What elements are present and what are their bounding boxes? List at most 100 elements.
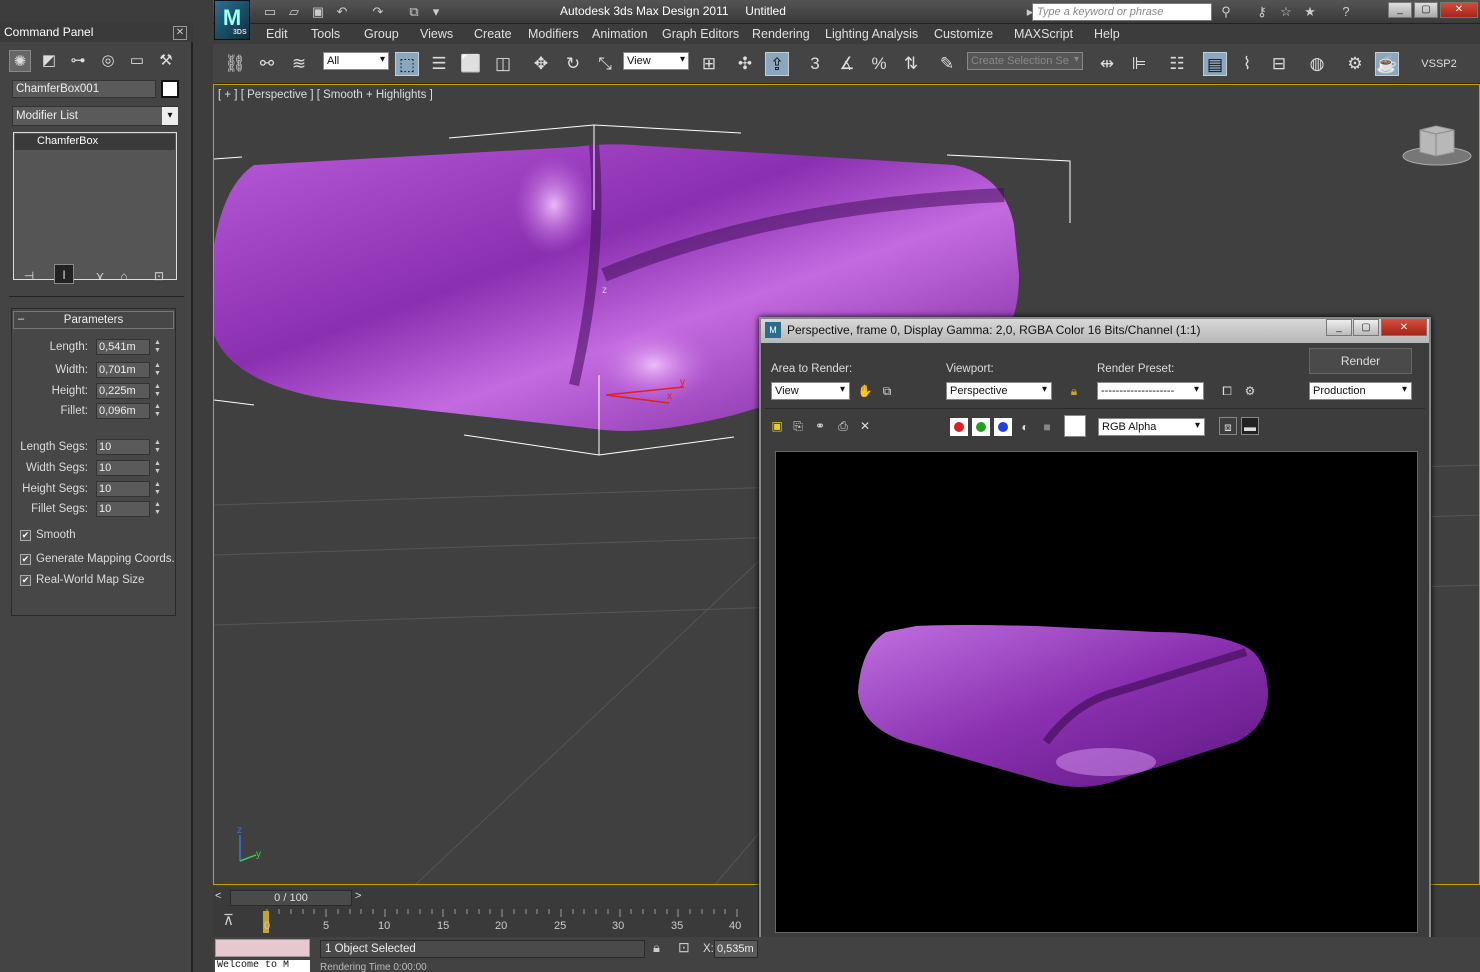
- mini-curve-editor-icon[interactable]: ⊼: [223, 911, 234, 929]
- curve-editor-icon[interactable]: ⌇: [1235, 52, 1259, 76]
- fillet-input[interactable]: 0,096m: [96, 403, 150, 419]
- height-spinner-icon[interactable]: ▲ ▼: [152, 383, 163, 399]
- configure-modifier-sets-icon[interactable]: ⊡: [149, 266, 169, 286]
- length-segs-spinner-icon[interactable]: ▲ ▼: [152, 439, 163, 455]
- red-channel-toggle[interactable]: [950, 418, 968, 436]
- mirror-icon[interactable]: ⇹: [1095, 52, 1119, 76]
- quick-access-dropdown-icon[interactable]: ▾: [426, 3, 446, 20]
- width-segs-spinner-icon[interactable]: ▲ ▼: [152, 460, 163, 476]
- clone-window-icon[interactable]: ⚭: [811, 417, 829, 435]
- area-to-render-select[interactable]: View: [771, 382, 850, 400]
- render-window-minimize-button[interactable]: _: [1326, 319, 1352, 336]
- percent-snap-icon[interactable]: %: [867, 52, 891, 76]
- menu-tools[interactable]: Tools: [311, 27, 340, 41]
- subscription-star-icon[interactable]: ★: [1300, 3, 1320, 20]
- favorites-star-icon[interactable]: ☆: [1276, 3, 1296, 20]
- project-folder-icon[interactable]: ⧉: [404, 3, 424, 20]
- select-by-name-icon[interactable]: ☰: [427, 52, 451, 76]
- render-setup-small-icon[interactable]: ⧠: [1218, 382, 1236, 400]
- menu-group[interactable]: Group: [364, 27, 399, 41]
- link-icon[interactable]: ⛓: [223, 52, 247, 76]
- named-selection-input[interactable]: Create Selection Se: [967, 52, 1083, 70]
- maxscript-mini-listener[interactable]: [215, 939, 310, 957]
- selection-lock-icon[interactable]: 🔒︎: [653, 940, 660, 956]
- lock-viewport-icon[interactable]: 🔒︎: [1065, 382, 1083, 400]
- fillet-spinner-icon[interactable]: ▲ ▼: [152, 403, 163, 419]
- render-window-maximize-button[interactable]: ▢: [1353, 319, 1379, 336]
- menu-graph-editors[interactable]: Graph Editors: [662, 27, 739, 41]
- length-input[interactable]: 0,541m: [96, 339, 150, 355]
- rollout-collapse-icon[interactable]: –: [18, 313, 24, 325]
- render-preset-select[interactable]: --------------------: [1097, 382, 1204, 400]
- close-button[interactable]: ✕: [1440, 2, 1478, 18]
- open-file-icon[interactable]: ▱: [284, 3, 304, 20]
- show-end-result-icon[interactable]: I: [54, 264, 74, 284]
- select-manipulate-icon[interactable]: ✣: [733, 52, 757, 76]
- minimize-button[interactable]: _: [1388, 2, 1412, 18]
- selection-filter-select[interactable]: All: [323, 52, 389, 70]
- material-editor-icon[interactable]: ◍: [1305, 52, 1329, 76]
- viewcube-icon[interactable]: [1402, 122, 1472, 168]
- stack-item-chamferbox[interactable]: ChamferBox: [15, 134, 175, 150]
- reference-coordinate-select[interactable]: View: [623, 52, 689, 70]
- undo-icon[interactable]: ↶: [332, 3, 352, 20]
- object-name-input[interactable]: ChamferBox001: [12, 80, 156, 98]
- snaps-toggle-icon[interactable]: 3: [803, 52, 827, 76]
- time-slider-prev-icon[interactable]: <: [215, 890, 227, 906]
- utilities-tab-icon[interactable]: ⚒: [155, 50, 177, 72]
- blue-channel-toggle[interactable]: [994, 418, 1012, 436]
- binoculars-icon[interactable]: ⚲: [1216, 3, 1236, 20]
- align-icon[interactable]: ⊫: [1127, 52, 1151, 76]
- absolute-mode-icon[interactable]: ⊡: [678, 939, 690, 956]
- key-icon[interactable]: ⚷: [1252, 3, 1272, 20]
- pivot-center-icon[interactable]: ⊞: [697, 52, 721, 76]
- unlink-icon[interactable]: ⚯: [255, 52, 279, 76]
- menu-create[interactable]: Create: [474, 27, 512, 41]
- remove-modifier-icon[interactable]: ⌂: [114, 266, 134, 286]
- real-world-map-checkbox[interactable]: ✔: [20, 575, 31, 586]
- maxscript-listener-output[interactable]: Welcome to M: [215, 960, 310, 972]
- select-object-icon[interactable]: ⬚: [395, 52, 419, 76]
- viewport-select[interactable]: Perspective: [946, 382, 1052, 400]
- new-file-icon[interactable]: ▭: [260, 3, 280, 20]
- monochrome-icon[interactable]: ■: [1038, 418, 1056, 436]
- auto-region-icon[interactable]: ⧉: [878, 382, 896, 400]
- make-unique-icon[interactable]: ⋎: [90, 266, 110, 286]
- coord-x-input[interactable]: 0,535m: [714, 940, 758, 958]
- bind-spacewarp-icon[interactable]: ≋: [287, 52, 311, 76]
- create-tab-icon[interactable]: ✺: [9, 50, 31, 72]
- viewport-label[interactable]: [ + ] [ Perspective ] [ Smooth + Highlig…: [218, 89, 433, 101]
- environment-effects-icon[interactable]: ⚙: [1241, 382, 1259, 400]
- height-segs-spinner-icon[interactable]: ▲ ▼: [152, 481, 163, 497]
- fillet-segs-spinner-icon[interactable]: ▲ ▼: [152, 501, 163, 517]
- modifier-stack[interactable]: [13, 132, 177, 280]
- redo-icon[interactable]: ↷: [368, 3, 388, 20]
- scale-icon[interactable]: ⤡: [593, 52, 617, 76]
- menu-views[interactable]: Views: [420, 27, 453, 41]
- menu-maxscript[interactable]: MAXScript: [1014, 27, 1073, 41]
- green-channel-toggle[interactable]: [972, 418, 990, 436]
- clear-image-icon[interactable]: ✕: [856, 417, 874, 435]
- menu-edit[interactable]: Edit: [266, 27, 288, 41]
- hierarchy-tab-icon[interactable]: ⊶: [67, 50, 89, 72]
- menu-lighting-analysis[interactable]: Lighting Analysis: [825, 27, 918, 41]
- angle-snap-icon[interactable]: ∡: [835, 52, 859, 76]
- graphite-ribbon-icon[interactable]: ▤: [1203, 52, 1227, 76]
- command-panel-close-icon[interactable]: ✕: [173, 26, 187, 40]
- width-segs-input[interactable]: 10: [96, 460, 150, 476]
- window-crossing-icon[interactable]: ◫: [491, 52, 515, 76]
- display-channel-select[interactable]: RGB Alpha: [1098, 418, 1205, 436]
- rotate-icon[interactable]: ↻: [561, 52, 585, 76]
- render-mode-select[interactable]: Production: [1309, 382, 1412, 400]
- width-input[interactable]: 0,701m: [96, 362, 150, 378]
- modifier-list-select[interactable]: Modifier List: [12, 106, 178, 126]
- color-swatch[interactable]: [1064, 415, 1086, 437]
- height-input[interactable]: 0,225m: [96, 383, 150, 399]
- render-button[interactable]: Render: [1309, 348, 1412, 374]
- move-icon[interactable]: ✥: [529, 52, 553, 76]
- save-file-icon[interactable]: ▣: [308, 3, 328, 20]
- height-segs-input[interactable]: 10: [96, 481, 150, 497]
- toggle-ui-icon[interactable]: ▬: [1241, 417, 1259, 435]
- generate-mapping-checkbox[interactable]: ✔: [20, 554, 31, 565]
- vssp-label[interactable]: VSSP2: [1413, 52, 1465, 76]
